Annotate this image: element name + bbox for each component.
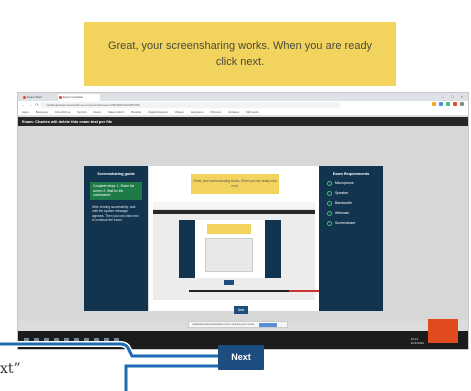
nested-screen-preview xyxy=(153,202,319,300)
extension-icon[interactable] xyxy=(446,102,450,106)
start-icon[interactable] xyxy=(24,338,29,343)
stop-sharing-button[interactable] xyxy=(259,323,277,327)
extension-icons xyxy=(432,102,464,106)
profile-icon[interactable] xyxy=(453,102,457,106)
callout-line-lower xyxy=(124,364,218,391)
nested-inner-screen xyxy=(205,238,253,272)
app-icon[interactable] xyxy=(54,338,59,343)
app-icon[interactable] xyxy=(74,338,79,343)
browser-tab-bar: Exam Start Exam Interface – □ × xyxy=(18,93,468,101)
exam-page: Screensharing guide Complete steps: 1. S… xyxy=(18,126,468,321)
desktop-screenshot: Exam Start Exam Interface – □ × ← → ⟳ ⌂ … xyxy=(17,92,469,350)
browser-tab-exam-start[interactable]: Exam Start xyxy=(22,94,58,101)
notification-badge[interactable] xyxy=(428,319,458,343)
nested-next-button xyxy=(224,280,234,285)
address-bar[interactable]: mobiledevelopmentsolutions.com/exam/brow… xyxy=(40,102,340,108)
check-circle-icon xyxy=(327,180,332,186)
next-button[interactable]: Next xyxy=(218,345,264,370)
requirement-item: Screenshare xyxy=(327,220,383,226)
task-view-icon[interactable] xyxy=(44,338,49,343)
favicon-icon xyxy=(59,96,62,99)
bookmark-item[interactable]: Microsoft xyxy=(246,110,258,114)
search-icon[interactable] xyxy=(34,338,39,343)
requirements-title: Exam Requirements xyxy=(332,172,370,176)
star-icon[interactable] xyxy=(432,102,436,106)
menu-icon[interactable] xyxy=(460,102,464,106)
requirement-item: Microphone xyxy=(327,180,383,186)
requirement-item: Bandwidth xyxy=(327,200,383,206)
app-icon[interactable] xyxy=(64,338,69,343)
bookmark-item[interactable]: Booklet xyxy=(131,110,141,114)
page-next-button[interactable]: Next xyxy=(234,306,248,314)
bookmark-item[interactable]: Updates xyxy=(228,110,239,114)
screensharing-guide-panel: Screensharing guide Complete steps: 1. S… xyxy=(84,166,148,311)
requirement-item: Webcam xyxy=(327,210,383,216)
guide-step-box: Complete steps: 1. Share the screen 2. W… xyxy=(90,182,142,200)
guide-title: Screensharing guide xyxy=(97,172,135,176)
check-circle-icon xyxy=(327,190,332,196)
preview-banner: Great, your screensharing works. When yo… xyxy=(191,174,279,194)
browser-tab-exam-interface[interactable]: Exam Interface xyxy=(58,94,100,101)
check-circle-icon xyxy=(327,220,332,226)
check-circle-icon xyxy=(327,200,332,206)
window-controls[interactable]: – □ × xyxy=(442,94,466,99)
screensharing-banner: Great, your screensharing works. When yo… xyxy=(84,22,396,86)
bookmark-item[interactable]: Cloud Drive xyxy=(55,110,71,114)
bookmark-item[interactable]: News xyxy=(93,110,101,114)
screen-share-toast: mobiledevelopmentsolutions.com is sharin… xyxy=(188,321,288,328)
bookmark-item[interactable]: Hangouts xyxy=(191,110,204,114)
taskbar-icons xyxy=(24,338,119,343)
app-icon[interactable] xyxy=(104,338,109,343)
bookmarks-bar: Apps Business Cloud Drive Sprints News S… xyxy=(18,109,468,116)
bookmark-item[interactable]: Sprints xyxy=(77,110,86,114)
exam-requirements-panel: Exam Requirements Microphone Speaker Ban… xyxy=(319,166,383,311)
bookmark-item[interactable]: Pictures xyxy=(210,110,221,114)
bookmark-item[interactable]: Apps xyxy=(22,110,29,114)
nested-left-panel xyxy=(179,220,195,278)
taskbar-clock: 10:24 2/14/2020 xyxy=(410,337,424,345)
nested-browser-bar xyxy=(153,202,315,210)
bookmark-item[interactable]: Business xyxy=(36,110,48,114)
quote-fragment: xt” xyxy=(0,361,21,377)
nested-taskbar xyxy=(189,290,319,292)
app-icon[interactable] xyxy=(114,338,119,343)
bookmark-item[interactable]: Digital Reports xyxy=(148,110,168,114)
guide-body: After sharing successfully, wait until t… xyxy=(92,204,139,223)
bookmark-item[interactable]: Videos xyxy=(175,110,184,114)
slide-canvas: Great, your screensharing works. When yo… xyxy=(0,0,471,391)
check-circle-icon xyxy=(327,210,332,216)
toast-text: mobiledevelopmentsolutions.com is sharin… xyxy=(192,323,255,326)
nested-right-panel xyxy=(265,220,281,278)
app-icon[interactable] xyxy=(84,338,89,343)
favicon-icon xyxy=(23,96,26,99)
app-icon[interactable] xyxy=(94,338,99,343)
requirement-item: Speaker xyxy=(327,190,383,196)
nested-banner xyxy=(207,224,251,234)
banner-text: Great, your screensharing works. When yo… xyxy=(107,40,373,68)
browser-toolbar: ← → ⟳ ⌂ mobiledevelopmentsolutions.com/e… xyxy=(18,101,468,109)
exam-notice-bar: Exam: Charles will delete this exam test… xyxy=(18,117,468,126)
shared-screen-preview: Great, your screensharing works. When yo… xyxy=(149,166,319,311)
nested-notice-bar xyxy=(153,210,315,214)
bookmark-item[interactable]: Sales Admin xyxy=(108,110,125,114)
extension-icon[interactable] xyxy=(439,102,443,106)
notice-text: Exam: Charles will delete this exam test… xyxy=(22,119,113,124)
